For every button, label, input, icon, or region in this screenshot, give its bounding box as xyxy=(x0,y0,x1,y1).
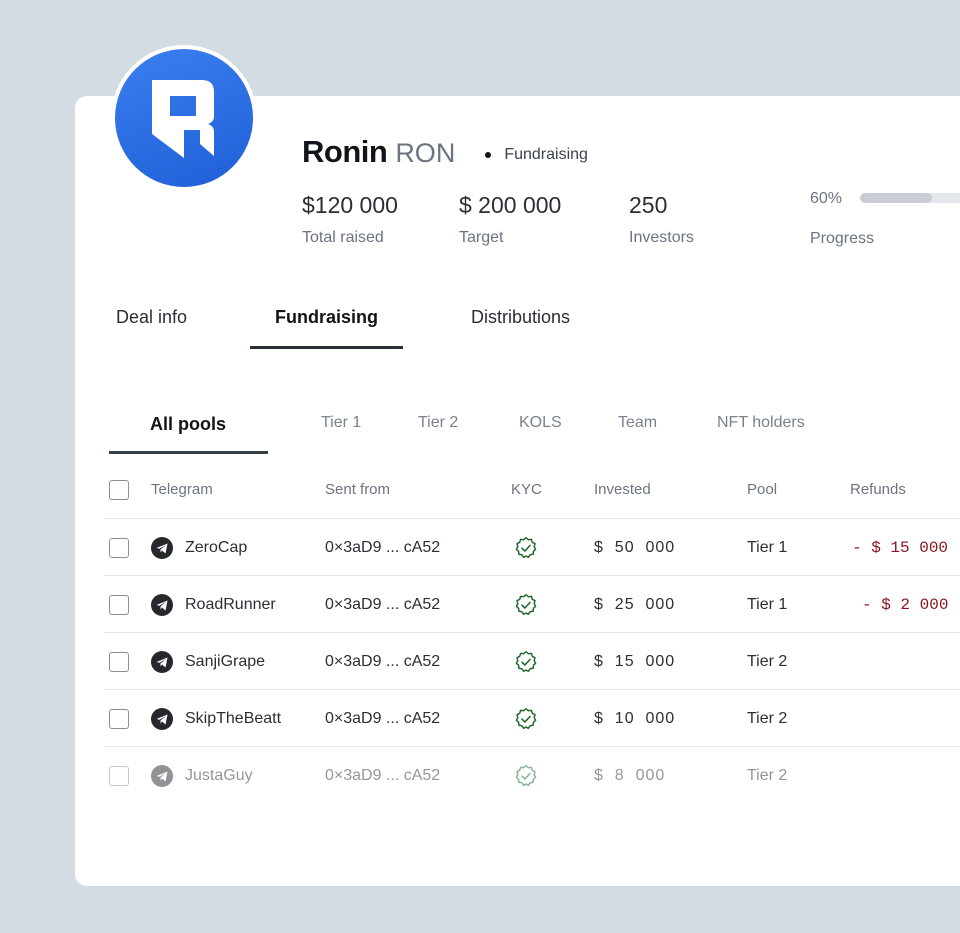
row-checkbox[interactable] xyxy=(109,709,129,729)
progress-label: Progress xyxy=(810,230,875,247)
pool-name: Tier 2 xyxy=(747,767,788,784)
invested-amount: $ 25 000 xyxy=(594,596,676,613)
stat-total-raised: $120 000 Total raised xyxy=(302,192,398,247)
project-name: Ronin xyxy=(302,134,388,169)
telegram-icon xyxy=(151,765,173,787)
column-header-kyc: KYC xyxy=(511,481,542,498)
verified-badge-icon xyxy=(514,593,538,617)
invested-amount: $ 8 000 xyxy=(594,767,666,784)
progress-percent: 60% xyxy=(810,190,843,207)
column-header-refunds: Refunds xyxy=(850,481,906,498)
stat-target: $ 200 000 Target xyxy=(459,192,561,247)
wallet-address[interactable]: 0×3aD9 ... cA52 xyxy=(325,653,440,671)
stat-label: Total raised xyxy=(302,229,384,246)
stat-label: Investors xyxy=(629,229,694,246)
ronin-logo-icon xyxy=(111,45,257,191)
progress-fill xyxy=(860,193,932,203)
tab-distributions[interactable]: Distributions xyxy=(471,307,570,328)
subtab-all-pools[interactable]: All pools xyxy=(150,414,226,435)
telegram-handle[interactable]: JustaGuy xyxy=(185,767,253,785)
row-checkbox[interactable] xyxy=(109,652,129,672)
active-subtab-indicator xyxy=(109,451,268,454)
column-header-sent-from: Sent from xyxy=(325,481,391,498)
telegram-handle[interactable]: SanjiGrape xyxy=(185,653,265,671)
subtab-tier-1[interactable]: Tier 1 xyxy=(321,414,361,432)
row-divider xyxy=(104,632,960,633)
select-all-checkbox[interactable] xyxy=(109,480,129,500)
refund-amount: - $ 15 000 xyxy=(852,539,949,557)
verified-badge-icon xyxy=(514,536,538,560)
stat-label: Target xyxy=(459,229,504,246)
active-tab-indicator xyxy=(250,346,403,349)
verified-badge-icon xyxy=(514,764,538,788)
stat-value: $120 000 xyxy=(302,192,398,218)
status-badge: Fundraising xyxy=(485,146,588,164)
row-divider xyxy=(104,575,960,576)
row-divider xyxy=(104,746,960,747)
status-dot-icon xyxy=(485,152,492,158)
subtab-kols[interactable]: KOLS xyxy=(519,414,562,432)
tab-deal-info[interactable]: Deal info xyxy=(116,307,187,328)
stat-value: $ 200 000 xyxy=(459,192,562,218)
row-divider xyxy=(104,689,960,690)
telegram-icon xyxy=(151,594,173,616)
refund-amount: - $ 2 000 xyxy=(862,596,949,614)
project-ticker: RON xyxy=(395,138,456,168)
wallet-address[interactable]: 0×3aD9 ... cA52 xyxy=(325,767,440,785)
column-header-telegram: Telegram xyxy=(151,481,213,498)
pool-name: Tier 1 xyxy=(747,596,788,613)
pool-name: Tier 1 xyxy=(747,539,788,556)
invested-amount: $ 10 000 xyxy=(594,710,676,727)
subtab-team[interactable]: Team xyxy=(618,414,657,432)
invested-amount: $ 50 000 xyxy=(594,539,676,556)
progress-bar xyxy=(860,193,960,203)
pool-name: Tier 2 xyxy=(747,710,788,727)
wallet-address[interactable]: 0×3aD9 ... cA52 xyxy=(325,539,440,557)
stat-investors: 250 Investors xyxy=(629,192,694,247)
row-checkbox[interactable] xyxy=(109,595,129,615)
telegram-icon xyxy=(151,537,173,559)
telegram-handle[interactable]: RoadRunner xyxy=(185,596,276,614)
telegram-handle[interactable]: ZeroCap xyxy=(185,539,247,557)
subtab-tier-2[interactable]: Tier 2 xyxy=(418,414,458,432)
row-checkbox[interactable] xyxy=(109,766,129,786)
row-divider xyxy=(104,518,960,519)
wallet-address[interactable]: 0×3aD9 ... cA52 xyxy=(325,596,440,614)
column-header-invested: Invested xyxy=(594,481,651,498)
verified-badge-icon xyxy=(514,707,538,731)
telegram-icon xyxy=(151,651,173,673)
invested-amount: $ 15 000 xyxy=(594,653,676,670)
subtab-nft-holders[interactable]: NFT holders xyxy=(717,414,805,432)
tab-fundraising[interactable]: Fundraising xyxy=(275,307,378,328)
wallet-address[interactable]: 0×3aD9 ... cA52 xyxy=(325,710,440,728)
verified-badge-icon xyxy=(514,650,538,674)
row-checkbox[interactable] xyxy=(109,538,129,558)
telegram-icon xyxy=(151,708,173,730)
stat-value: 250 xyxy=(629,192,668,218)
telegram-handle[interactable]: SkipTheBeatt xyxy=(185,710,281,728)
status-label: Fundraising xyxy=(504,146,588,163)
pool-name: Tier 2 xyxy=(747,653,788,670)
column-header-pool: Pool xyxy=(747,481,778,498)
